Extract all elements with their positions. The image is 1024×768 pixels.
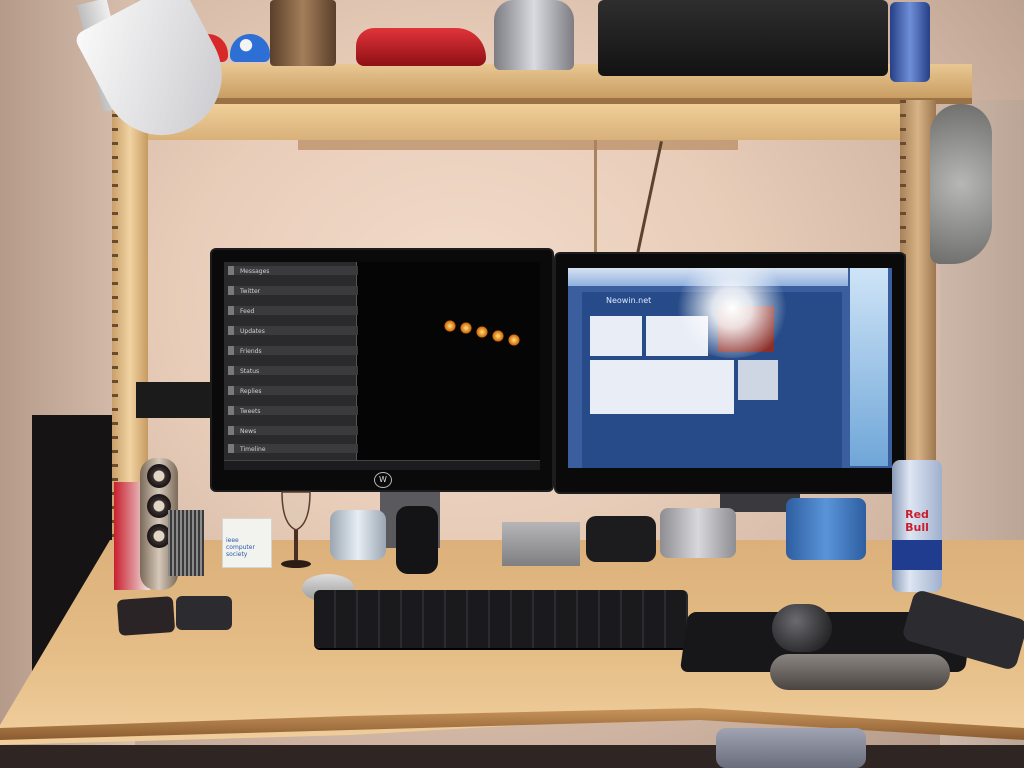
taskbar [224, 460, 540, 470]
coin-jar [270, 0, 336, 66]
app-row-label: Friends [240, 348, 262, 355]
app-row-label: News [240, 428, 257, 435]
wallpaper-light [460, 322, 472, 334]
ieee-line: computer [226, 544, 255, 551]
app-row-label: Messages [240, 268, 270, 275]
shelf-can [890, 2, 930, 82]
phone-left [116, 596, 176, 636]
wine-glass [281, 491, 311, 568]
under-desk [0, 745, 1024, 768]
toy-car [356, 28, 486, 66]
under-desk-device [716, 728, 866, 768]
app-row-label: Updates [240, 328, 265, 335]
wallpaper-light [444, 320, 456, 332]
pencil-cup [168, 510, 204, 576]
silver-cd-spindle [660, 508, 736, 558]
glass-jar [330, 510, 386, 560]
ieee-box: ieee computer society [222, 518, 272, 568]
right-monitor: Neowin.net [556, 254, 904, 492]
hanging-cable [594, 140, 597, 260]
can-label: Red Bull [905, 508, 929, 534]
usb-hub [586, 516, 656, 562]
printer [598, 0, 888, 76]
webcam [396, 506, 438, 574]
left-screen: Messages Twitter Feed Updates Friends St… [224, 262, 540, 470]
chat-app-panel: Messages Twitter Feed Updates Friends St… [224, 262, 358, 460]
left-monitor: Messages Twitter Feed Updates Friends St… [212, 250, 552, 490]
windows-sidebar [850, 268, 888, 466]
wrist-rest [770, 654, 950, 690]
keyboard [314, 590, 688, 648]
blue-cd-spindle [786, 498, 866, 560]
app-row-label: Status [240, 368, 260, 375]
right-screen: Neowin.net [568, 268, 892, 468]
app-row-label: Tweets [240, 408, 261, 415]
ieee-line: ieee [226, 537, 239, 544]
monitor-arm [136, 382, 214, 418]
monitor-brand-logo: W [374, 472, 392, 488]
mouse [772, 604, 832, 652]
phone-right [176, 596, 232, 630]
app-row-label: Timeline [240, 446, 266, 453]
app-row-label: Twitter [240, 288, 261, 295]
wallpaper-light [476, 326, 488, 338]
wallpaper-light [508, 334, 520, 346]
red-bull-can: Red Bull [892, 460, 942, 592]
wallpaper-light [492, 330, 504, 342]
shelf-underside [135, 98, 930, 140]
hanging-cap [930, 104, 992, 264]
ieee-line: society [226, 551, 248, 558]
external-drive [502, 522, 580, 566]
app-row-label: Replies [240, 388, 262, 395]
robot-figure [494, 0, 574, 70]
app-row-label: Feed [240, 308, 255, 315]
